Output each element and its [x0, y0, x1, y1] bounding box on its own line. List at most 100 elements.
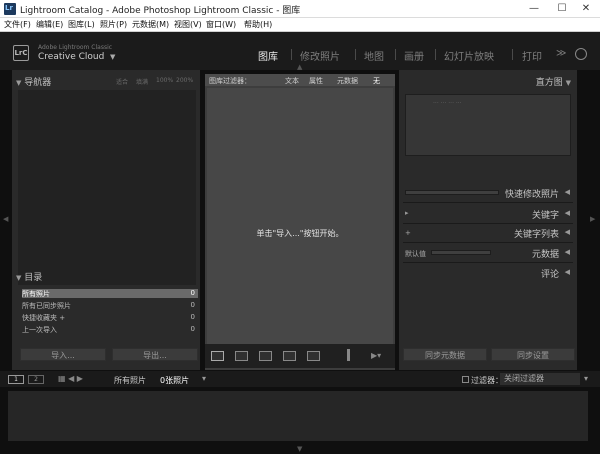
quick-develop-header[interactable]: 快速修改照片 ◀	[403, 186, 573, 200]
grid-nav-icon[interactable]: ▦ ◀ ▶	[58, 374, 83, 383]
filmstrip[interactable]	[8, 391, 588, 441]
filter-dropdown-icon[interactable]: ▾	[584, 374, 588, 383]
lrc-logo: LrC	[13, 45, 29, 61]
menu-view[interactable]: 视图(V)	[174, 19, 202, 30]
nav-fill[interactable]: 填满	[136, 77, 148, 86]
collapse-triangle-icon: ◀	[564, 188, 570, 196]
survey-view-icon[interactable]	[283, 351, 296, 361]
metadata-preset[interactable]: 默认值	[405, 249, 426, 259]
keyword-list-header[interactable]: + 关键字列表 ◀	[403, 226, 573, 240]
catalog-item-quick-collection[interactable]: 快捷收藏夹 + 0	[22, 313, 198, 322]
module-print[interactable]: 打印	[522, 48, 542, 63]
filter-attribute[interactable]: 属性	[309, 76, 323, 86]
filter-metadata[interactable]: 元数据	[337, 76, 358, 86]
collapse-triangle-icon: ◀	[564, 248, 570, 256]
module-slideshow[interactable]: 幻灯片放映	[444, 48, 494, 63]
view-1-button[interactable]: 1	[8, 375, 24, 384]
keywording-header[interactable]: ▸ 关键字 ◀	[403, 207, 573, 221]
histogram-header[interactable]: 直方图 ▼	[536, 75, 571, 88]
people-view-icon[interactable]	[307, 351, 320, 361]
loupe-view-icon[interactable]	[235, 351, 248, 361]
left-marker-icon: ▸	[405, 209, 409, 217]
filmstrip-toggle-icon[interactable]: ▼	[297, 445, 302, 453]
menu-photo[interactable]: 照片(P)	[100, 19, 127, 30]
histogram-title: 直方图	[535, 78, 563, 88]
module-develop[interactable]: 修改照片	[300, 48, 340, 63]
catalog-item-count: 0	[190, 313, 195, 321]
metadata-preset-dropdown[interactable]	[431, 250, 491, 255]
quick-develop-title: 快速修改照片	[504, 190, 559, 200]
filter-none[interactable]: 无	[373, 76, 380, 86]
grid-view[interactable]: 单击"导入..."按钮开始。	[207, 88, 393, 352]
filter-select[interactable]: 关闭过滤器	[500, 373, 580, 385]
catalog-item-label: 所有已同步照片	[22, 302, 71, 310]
import-button[interactable]: 导入...	[20, 348, 106, 361]
add-keyword-icon[interactable]: +	[405, 229, 411, 237]
catalog-item-label: 所有照片	[22, 290, 50, 298]
compare-view-icon[interactable]	[259, 351, 272, 361]
module-separator	[512, 49, 513, 60]
catalog-item-label: 上一次导入	[22, 326, 57, 334]
catalog-item-all-photos[interactable]: 所有照片 0	[22, 289, 198, 298]
collapse-triangle-icon: ◀	[564, 209, 570, 217]
sync-metadata-button[interactable]: 同步元数据	[403, 348, 487, 361]
export-button[interactable]: 导出...	[112, 348, 198, 361]
keyword-list-title: 关键字列表	[513, 230, 559, 240]
filter-title: 图库过滤器：	[209, 77, 251, 85]
module-map[interactable]: 地图	[364, 48, 384, 63]
menu-edit[interactable]: 编辑(E)	[36, 19, 63, 30]
module-book[interactable]: 画册	[404, 48, 424, 63]
catalog-item-synced[interactable]: 所有已同步照片 0	[22, 301, 198, 310]
filter-toggle-icon[interactable]	[462, 376, 469, 383]
close-button[interactable]: ✕	[572, 0, 600, 18]
brand-line-2: Creative Cloud	[38, 52, 105, 62]
painter-icon[interactable]	[347, 349, 350, 361]
module-library[interactable]: 图库	[258, 48, 278, 63]
catalog-item-previous-import[interactable]: 上一次导入 0	[22, 325, 198, 334]
center-toolbar: ▶▾	[205, 344, 395, 368]
menu-library[interactable]: 图库(L)	[68, 19, 95, 30]
filmstrip-count: 0张照片	[160, 376, 190, 385]
module-separator	[435, 49, 436, 60]
toolbar-options-icon[interactable]: ▶▾	[371, 351, 381, 360]
right-panel-toggle-icon[interactable]: ▶	[590, 215, 595, 223]
sync-settings-button[interactable]: 同步设置	[491, 348, 575, 361]
menu-bar: 文件(F) 编辑(E) 图库(L) 照片(P) 元数据(M) 视图(V) 窗口(…	[0, 18, 600, 32]
metadata-title: 元数据	[531, 250, 559, 260]
identity-dropdown-icon[interactable]: ▼	[110, 53, 115, 61]
module-separator	[395, 49, 396, 60]
nav-200[interactable]: 200%	[176, 77, 193, 84]
center-view: 图库过滤器： 文本 属性 元数据 无 单击"导入..."按钮开始。 ▶▾	[205, 74, 395, 370]
filter-text[interactable]: 文本	[285, 76, 299, 86]
keywording-title: 关键字	[531, 211, 559, 221]
catalog-item-count: 0	[190, 301, 195, 309]
catalog-item-count: 0	[190, 289, 195, 297]
menu-file[interactable]: 文件(F)	[4, 19, 31, 30]
menu-help[interactable]: 帮助(H)	[244, 19, 272, 30]
filmstrip-dropdown-icon[interactable]: ▾	[202, 374, 206, 383]
histogram-info: ... ... ... ...	[433, 98, 462, 105]
lightroom-app-icon	[4, 3, 16, 15]
panel-divider	[403, 262, 573, 263]
cloud-sync-icon[interactable]	[575, 48, 587, 60]
menu-window[interactable]: 窗口(W)	[206, 19, 236, 30]
view-2-button[interactable]: 2	[28, 375, 44, 384]
nav-fit[interactable]: 适合	[116, 77, 128, 86]
import-hint: 单击"导入..."按钮开始。	[256, 229, 344, 238]
nav-100[interactable]: 100%	[156, 77, 173, 84]
top-panel-toggle-icon[interactable]: ▲	[297, 63, 302, 71]
panel-divider	[403, 223, 573, 224]
minimize-button[interactable]: —	[520, 0, 548, 18]
collapse-triangle-icon: ◀	[564, 268, 570, 276]
left-panel-toggle-icon[interactable]: ◀	[3, 215, 8, 223]
navigator-header[interactable]: ▼ 导航器 适合 填满 100% 200%	[16, 75, 198, 89]
comments-header[interactable]: 评论 ◀	[403, 266, 573, 280]
menu-metadata[interactable]: 元数据(M)	[132, 19, 169, 30]
filmstrip-location[interactable]: 所有照片	[114, 375, 146, 386]
catalog-header[interactable]: ▼ 目录	[16, 270, 198, 284]
module-more-icon[interactable]: ≫	[556, 48, 566, 59]
grid-view-icon[interactable]	[211, 351, 224, 361]
metadata-header[interactable]: 默认值 元数据 ◀	[403, 246, 573, 260]
catalog-title: 目录	[24, 273, 43, 283]
catalog-item-label: 快捷收藏夹 +	[22, 314, 66, 322]
